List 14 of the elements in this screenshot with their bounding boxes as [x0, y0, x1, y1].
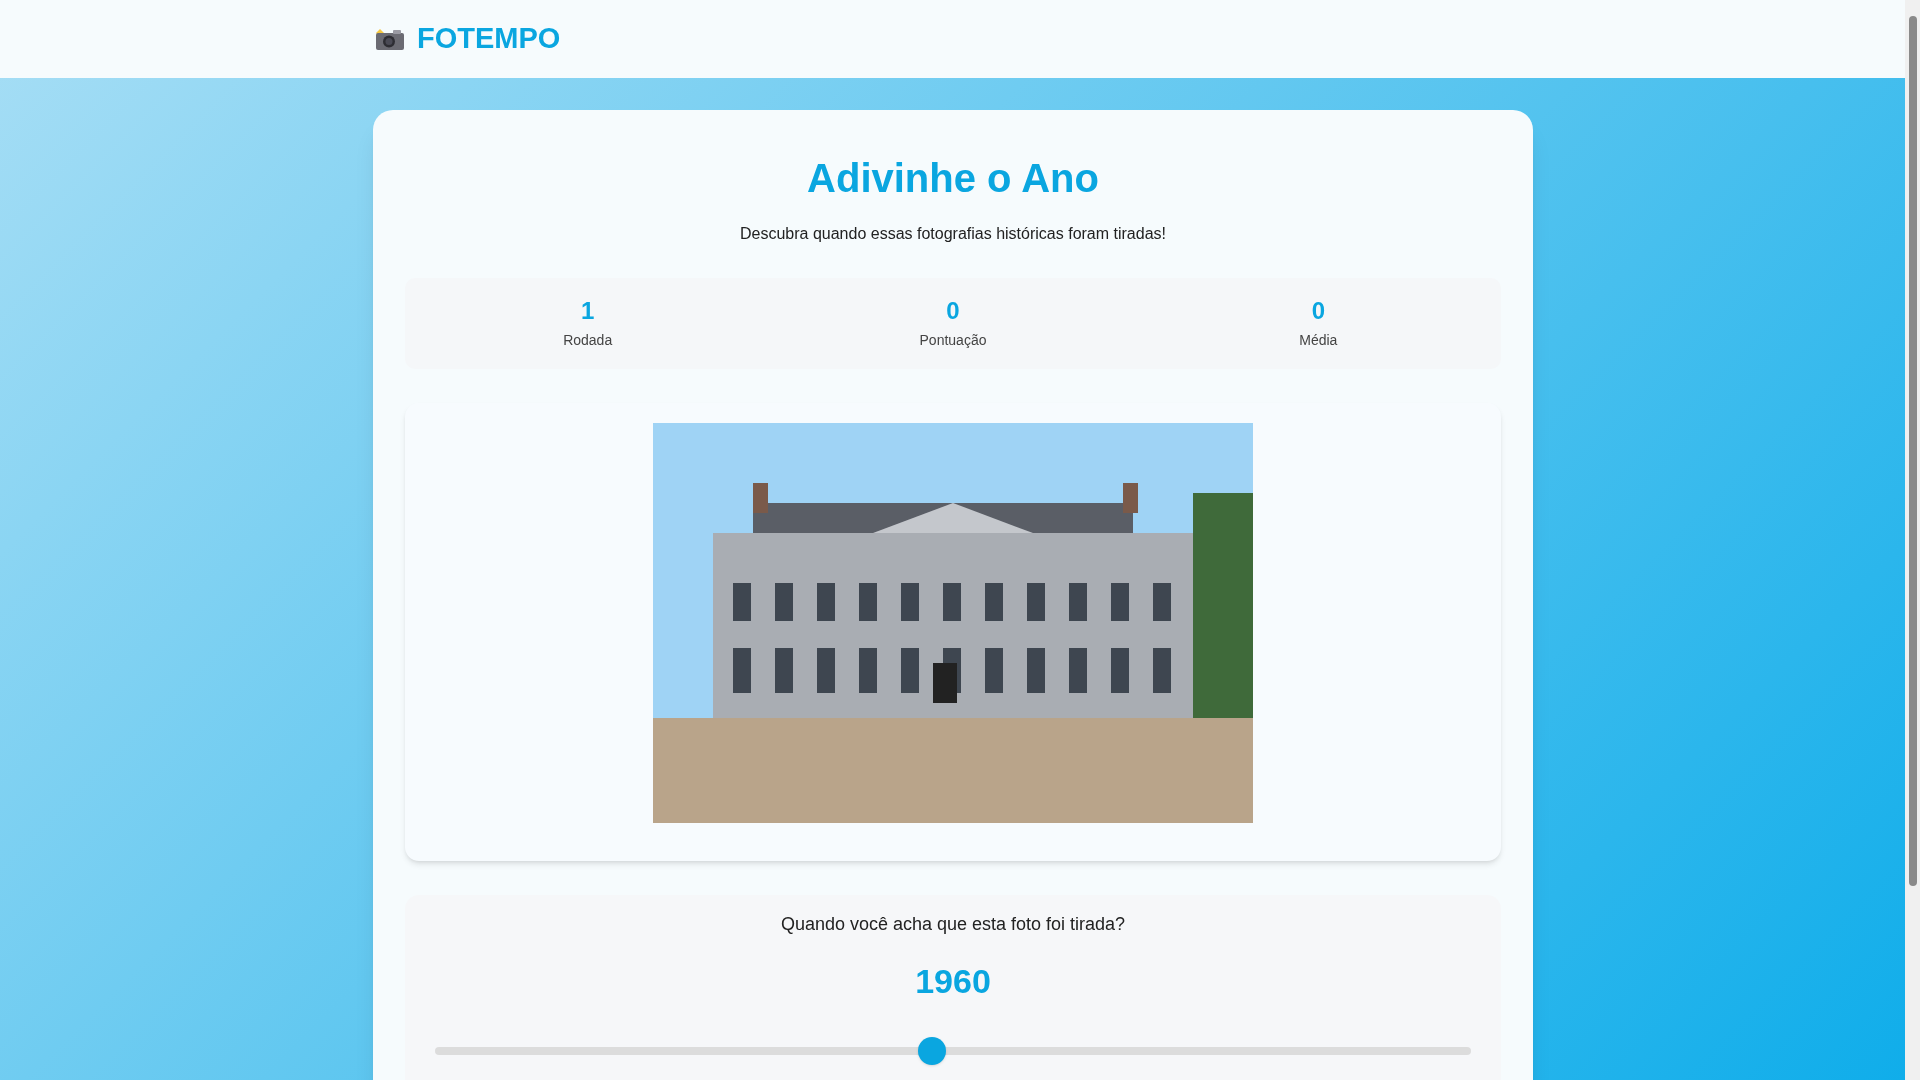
- stat-label: Média: [1299, 331, 1338, 350]
- page-subtitle: Descubra quando essas fotografias históricas foram tiradas!: [740, 224, 1166, 244]
- scrollbar[interactable]: [1905, 0, 1920, 1080]
- stat-value: 0: [1311, 296, 1325, 326]
- stat-label: Rodada: [563, 331, 613, 350]
- stat-value: 0: [946, 296, 960, 326]
- question-text: Quando você acha que esta foto foi tirada?: [780, 913, 1126, 936]
- stat-value: 1: [581, 296, 595, 326]
- stat-label: Pontuação: [919, 331, 987, 350]
- camera-icon: [375, 27, 405, 51]
- slider-thumb[interactable]: [918, 1037, 947, 1065]
- year-value: 1960: [915, 961, 991, 1002]
- page-title: Adivinhe o Ano: [807, 155, 1099, 202]
- brand-logo[interactable]: FOTEMPO: [417, 17, 561, 61]
